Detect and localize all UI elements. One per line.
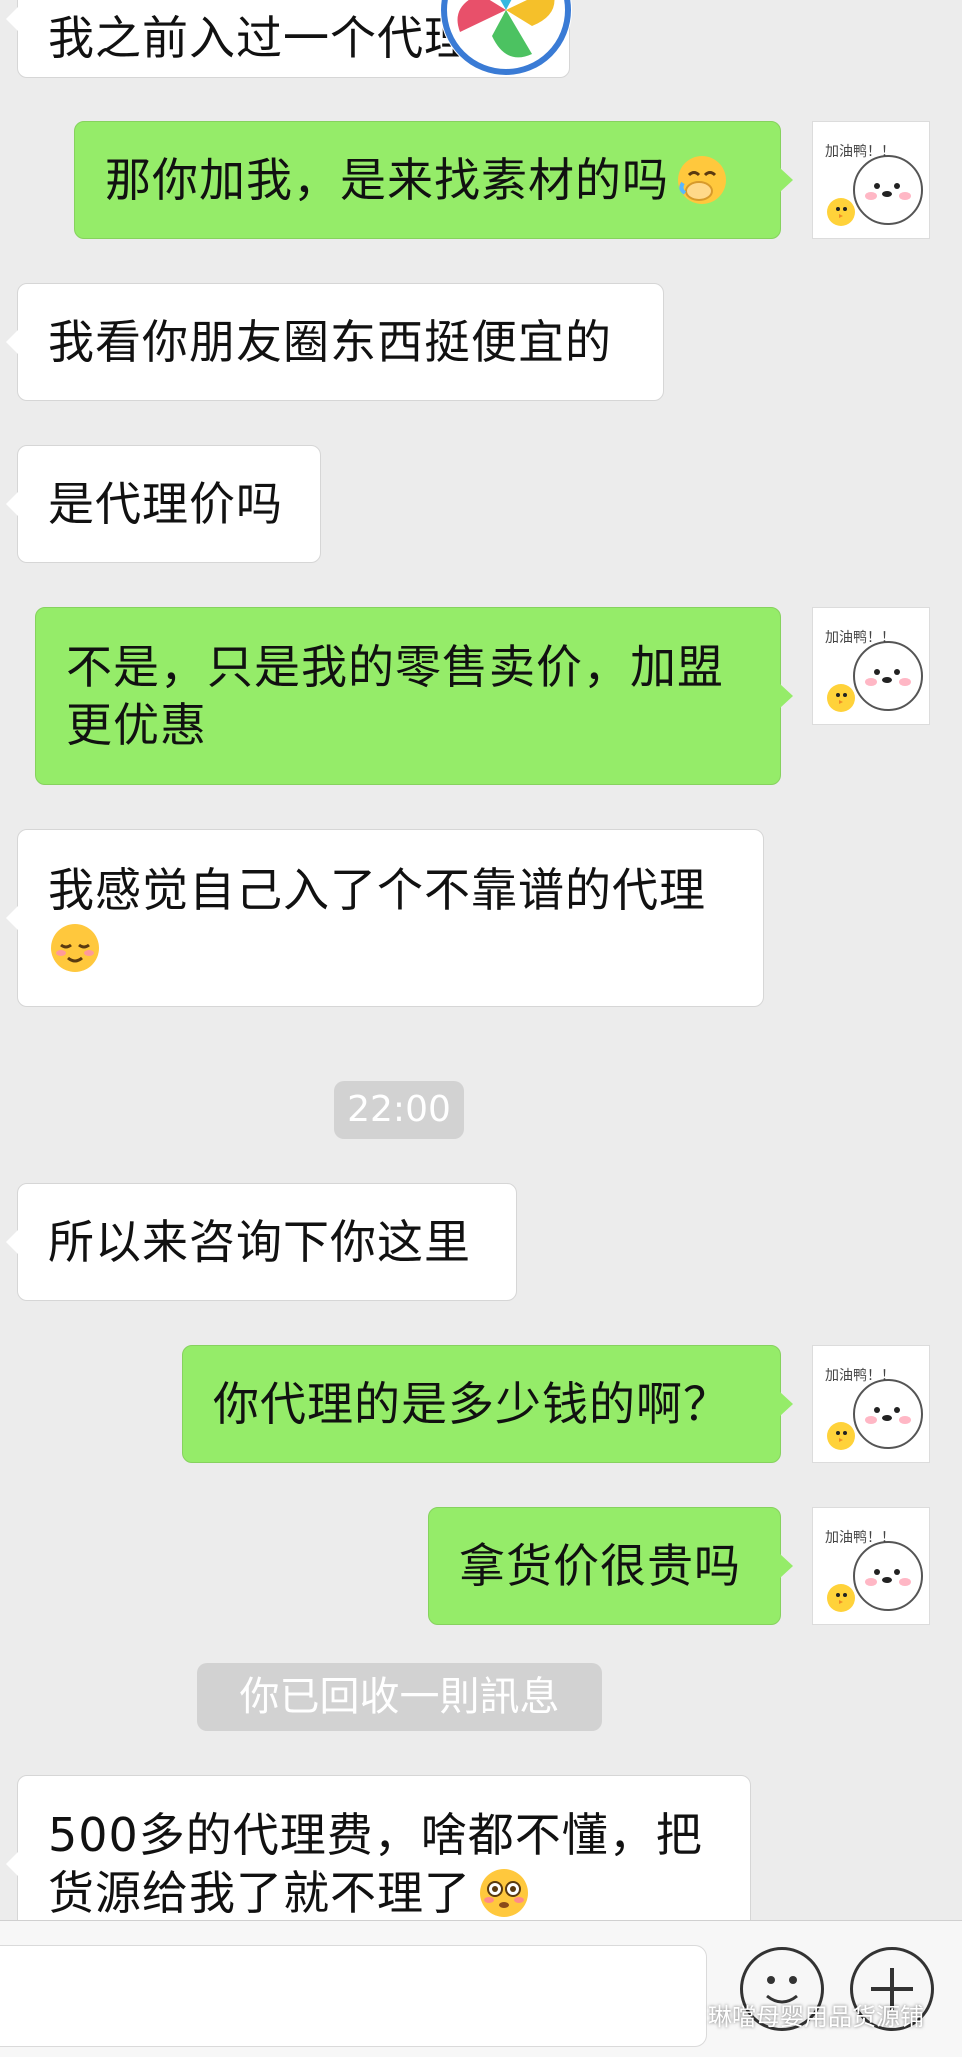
message-text-line: 我感觉自己入了个不靠谱的代理 — [48, 863, 706, 917]
message-bubble-incoming[interactable]: 我看你朋友圈东西挺便宜的 — [6, 283, 664, 401]
message-text-line: 更优惠 — [66, 698, 207, 752]
chat-area[interactable]: 我之前入过一个代理 那你加我，是来找素材的吗 加油鸭！！ 我看你朋友圈东西挺便宜… — [0, 0, 962, 1920]
sticker-caption: 加油鸭！！ — [825, 1368, 895, 1384]
timestamp: 22:00 — [334, 1081, 464, 1139]
sticker-chick-icon: 加油鸭！！ — [825, 1530, 923, 1612]
input-bar — [0, 1920, 962, 2057]
message-text-line: 货源给我了就不理了 — [48, 1866, 471, 1920]
message-text: 我之前入过一个代理 — [48, 11, 471, 65]
watermark-text: 琳噹母婴用品货源铺 — [708, 2002, 924, 2031]
message-bubble-outgoing[interactable]: 拿货价很贵吗 — [428, 1507, 793, 1625]
sticker-caption: 加油鸭！！ — [825, 630, 895, 646]
my-avatar[interactable]: 加油鸭！！ — [812, 121, 930, 239]
face-with-hand-over-mouth-icon — [678, 156, 726, 204]
sticker-chick-icon: 加油鸭！！ — [825, 630, 923, 712]
message-bubble-outgoing[interactable]: 那你加我，是来找素材的吗 — [74, 121, 793, 239]
message-text: 是代理价吗 — [48, 477, 283, 531]
recall-notice: 你已回收一則訊息 — [197, 1663, 602, 1731]
flushed-face-icon — [480, 1869, 528, 1917]
message-bubble-incoming[interactable]: 500多的代理费，啥都不懂，把 货源给我了就不理了 — [6, 1775, 751, 1920]
message-text-line: 500多的代理费，啥都不懂，把 — [48, 1808, 703, 1862]
my-avatar[interactable]: 加油鸭！！ — [812, 607, 930, 725]
sticker-caption: 加油鸭！！ — [825, 144, 895, 160]
message-bubble-outgoing[interactable]: 不是，只是我的零售卖价，加盟 更优惠 — [35, 607, 793, 785]
sticker-chick-icon: 加油鸭！！ — [825, 1368, 923, 1450]
message-text: 拿货价很贵吗 — [459, 1539, 741, 1593]
my-avatar[interactable]: 加油鸭！！ — [812, 1345, 930, 1463]
message-text-line: 货源给我了就不理了 — [48, 1864, 531, 1920]
message-text-line: 不是，只是我的零售卖价，加盟 — [66, 640, 724, 694]
watermark: 琳噹母婴用品货源铺 — [668, 1994, 924, 2034]
sticker-chick-icon: 加油鸭！！ — [825, 144, 923, 226]
wechat-icon — [668, 2002, 702, 2026]
message-text: 我看你朋友圈东西挺便宜的 — [48, 315, 612, 369]
message-bubble-outgoing[interactable]: 你代理的是多少钱的啊？ — [182, 1345, 793, 1463]
relieved-face-icon — [51, 924, 99, 972]
sticker-caption: 加油鸭！！ — [825, 1530, 895, 1546]
message-bubble-incoming[interactable]: 是代理价吗 — [6, 445, 321, 563]
my-avatar[interactable]: 加油鸭！！ — [812, 1507, 930, 1625]
message-text: 所以来咨询下你这里 — [48, 1215, 471, 1269]
message-text: 你代理的是多少钱的啊？ — [213, 1377, 730, 1431]
message-bubble-incoming[interactable]: 我感觉自己入了个不靠谱的代理 — [6, 829, 764, 1007]
message-text: 那你加我，是来找素材的吗 — [105, 153, 669, 207]
message-input[interactable] — [0, 1945, 707, 2047]
message-bubble-incoming[interactable]: 所以来咨询下你这里 — [6, 1183, 517, 1301]
